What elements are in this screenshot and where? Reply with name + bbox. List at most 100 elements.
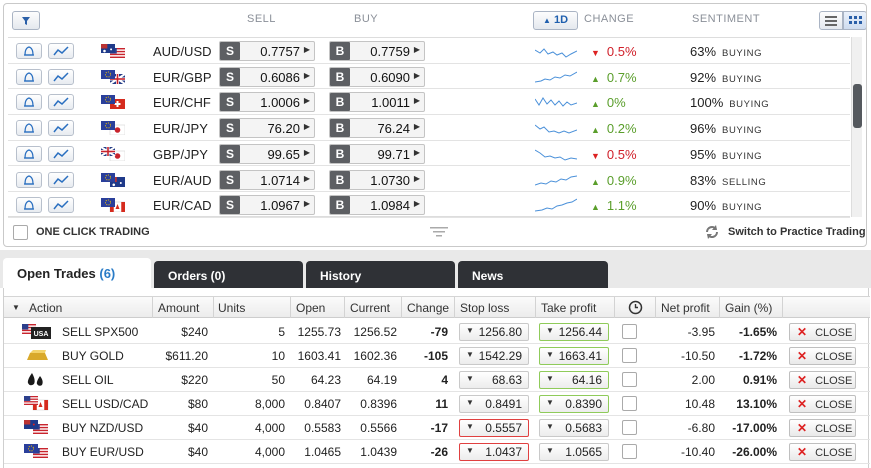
- stop-loss-field[interactable]: ▼︎ 1.0437: [459, 443, 529, 461]
- change-percent: 1.1%: [606, 198, 637, 214]
- chart-button[interactable]: [48, 197, 74, 214]
- bell-icon: [24, 72, 34, 82]
- buy-price-button[interactable]: B 1.0730 ▶︎: [329, 169, 425, 190]
- change-percent: 0.2%: [606, 121, 637, 137]
- sell-price-button[interactable]: S 1.0967 ▶︎: [219, 195, 315, 216]
- caret-right-icon: ▶︎: [413, 96, 420, 106]
- timed-close-checkbox[interactable]: [622, 396, 637, 411]
- buy-price-button[interactable]: B 1.0984 ▶︎: [329, 195, 425, 216]
- close-trade-button[interactable]: ✕ CLOSE: [789, 395, 856, 413]
- tab-orders[interactable]: Orders (0): [154, 261, 303, 288]
- trade-current: 1.0439: [360, 445, 397, 459]
- caret-right-icon: ▶︎: [303, 96, 310, 106]
- col-stop-loss[interactable]: Stop loss: [460, 301, 509, 315]
- drag-handle-icon[interactable]: [428, 224, 450, 240]
- sort-down-icon[interactable]: ▼︎: [12, 303, 20, 312]
- stop-loss-field[interactable]: ▼︎ 0.5557: [459, 419, 529, 437]
- clock-icon[interactable]: [628, 300, 643, 315]
- take-profit-field[interactable]: ▼︎ 0.5683: [539, 419, 609, 437]
- refresh-icon[interactable]: [704, 224, 720, 240]
- timed-close-checkbox[interactable]: [622, 324, 637, 339]
- col-open[interactable]: Open: [296, 301, 325, 315]
- scrollbar-thumb[interactable]: [853, 84, 862, 128]
- stop-loss-field[interactable]: ▼︎ 68.63: [459, 371, 529, 389]
- chart-button[interactable]: [48, 68, 74, 85]
- price-alert-button[interactable]: [16, 120, 42, 137]
- sell-price-button[interactable]: S 1.0006 ▶︎: [219, 92, 315, 113]
- take-profit-field[interactable]: ▼︎ 0.8390: [539, 395, 609, 413]
- buy-price-button[interactable]: B 0.6090 ▶︎: [329, 66, 425, 87]
- col-change[interactable]: Change: [407, 301, 449, 315]
- col-gain[interactable]: Gain (%): [725, 301, 772, 315]
- chart-button[interactable]: [48, 120, 74, 137]
- stop-loss-field[interactable]: ▼︎ 0.8491: [459, 395, 529, 413]
- take-profit-value: 64.16: [571, 373, 602, 387]
- chart-button[interactable]: [48, 94, 74, 111]
- trade-row: USA SELL SPX500 $240 5 1255.73 1256.52 -…: [4, 320, 870, 344]
- change-value: ▲︎ 0.7%: [591, 70, 637, 85]
- take-profit-field[interactable]: ▼︎ 1256.44: [539, 323, 609, 341]
- buy-price-button[interactable]: B 76.24 ▶︎: [329, 118, 425, 139]
- close-trade-button[interactable]: ✕ CLOSE: [789, 443, 856, 461]
- trade-action: BUY NZD/USD: [62, 421, 144, 435]
- take-profit-field[interactable]: ▼︎ 1663.41: [539, 347, 609, 365]
- chart-button[interactable]: [48, 145, 74, 162]
- price-alert-button[interactable]: [16, 145, 42, 162]
- col-take-profit[interactable]: Take profit: [541, 301, 596, 315]
- change-percent: 0.5%: [606, 146, 637, 162]
- buy-letter: B: [330, 42, 350, 60]
- chart-button[interactable]: [48, 43, 74, 59]
- col-net-profit[interactable]: Net profit: [661, 301, 710, 315]
- timed-close-checkbox[interactable]: [622, 420, 637, 435]
- price-alert-button[interactable]: [16, 171, 42, 188]
- price-alert-button[interactable]: [16, 197, 42, 214]
- rates-panel: SELL BUY ▲︎ 1D CHANGE SENTIMENT AUD/USD …: [3, 3, 867, 247]
- take-profit-field[interactable]: ▼︎ 1.0565: [539, 443, 609, 461]
- period-selector[interactable]: ▲︎ 1D: [533, 11, 578, 30]
- price-alert-button[interactable]: [16, 94, 42, 111]
- col-amount[interactable]: Amount: [158, 301, 199, 315]
- col-action[interactable]: Action: [29, 301, 62, 315]
- sell-price: 99.65: [267, 146, 300, 162]
- col-current[interactable]: Current: [350, 301, 390, 315]
- list-view-button[interactable]: [819, 11, 843, 30]
- close-trade-button[interactable]: ✕ CLOSE: [789, 347, 856, 365]
- sell-letter: S: [220, 93, 240, 112]
- sell-price-button[interactable]: S 0.7757 ▶︎: [219, 41, 315, 61]
- trade-open: 1603.41: [297, 349, 341, 363]
- close-trade-button[interactable]: ✕ CLOSE: [789, 371, 856, 389]
- timed-close-checkbox[interactable]: [622, 444, 637, 459]
- filter-button[interactable]: [12, 11, 40, 30]
- stop-loss-field[interactable]: ▼︎ 1542.29: [459, 347, 529, 365]
- rates-scrollbar[interactable]: [851, 37, 862, 217]
- switch-to-practice-link[interactable]: Switch to Practice Trading: [728, 226, 866, 238]
- buy-price-button[interactable]: B 0.7759 ▶︎: [329, 41, 425, 61]
- sell-price-button[interactable]: S 76.20 ▶︎: [219, 118, 315, 139]
- col-units[interactable]: Units: [218, 301, 245, 315]
- sell-price-button[interactable]: S 1.0714 ▶︎: [219, 169, 315, 190]
- close-trade-button[interactable]: ✕ CLOSE: [789, 323, 856, 341]
- nz-usa-flag-icon: [19, 419, 53, 436]
- sentiment-percent: 95%: [690, 146, 717, 162]
- sell-column-header: SELL: [247, 13, 276, 25]
- price-alert-button[interactable]: [16, 68, 42, 85]
- sparkline: [535, 97, 577, 108]
- chart-button[interactable]: [48, 171, 74, 188]
- tab-history[interactable]: History: [306, 261, 455, 288]
- price-alert-button[interactable]: [16, 43, 42, 59]
- timed-close-checkbox[interactable]: [622, 372, 637, 387]
- close-trade-button[interactable]: ✕ CLOSE: [789, 419, 856, 437]
- sell-price-button[interactable]: S 99.65 ▶︎: [219, 143, 315, 164]
- take-profit-field[interactable]: ▼︎ 64.16: [539, 371, 609, 389]
- rate-row: GBP/JPY S 99.65 ▶︎ B 99.71 ▶︎ ▼︎ 0.5% 95% BUYI…: [8, 141, 850, 167]
- stop-loss-field[interactable]: ▼︎ 1256.80: [459, 323, 529, 341]
- timed-close-checkbox[interactable]: [622, 348, 637, 363]
- buy-price-button[interactable]: B 99.71 ▶︎: [329, 143, 425, 164]
- sparkline: [535, 124, 577, 134]
- tab-news[interactable]: News: [458, 261, 608, 288]
- one-click-trading-checkbox[interactable]: [13, 225, 28, 240]
- buy-price-button[interactable]: B 1.0011 ▶︎: [329, 92, 425, 113]
- grid-view-button[interactable]: [843, 11, 866, 30]
- sell-price-button[interactable]: S 0.6086 ▶︎: [219, 66, 315, 87]
- tab-open-trades[interactable]: Open Trades (6): [3, 258, 151, 288]
